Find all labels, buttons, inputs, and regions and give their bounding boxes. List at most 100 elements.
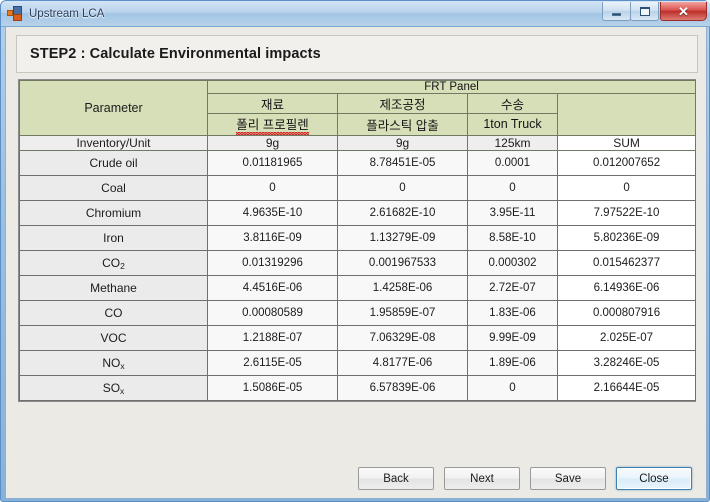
cell-value: 0.0001: [467, 150, 558, 176]
cell-value: 1.83E-06: [467, 300, 558, 326]
inventory-unit-row: Inventory/Unit 9g 9g 125km SUM: [19, 135, 697, 151]
header-row-group: Parameter FRT Panel: [19, 80, 697, 136]
header-parameter: Parameter: [19, 80, 208, 136]
table-body: Crude oil 0.01181965 8.78451E-05 0.0001 0.01…: [19, 150, 697, 401]
title-bar[interactable]: Upstream LCA ✕: [1, 1, 710, 27]
results-grid-container[interactable]: Parameter FRT Panel 재료 제조공정 수송 폴리 프로필렌 플…: [18, 79, 697, 402]
unit-sum: SUM: [556, 135, 697, 151]
cell-value: 0.01181965: [207, 150, 338, 176]
table-row[interactable]: SOx 1.5086E-05 6.57839E-06 0 2.16644E-05: [19, 375, 697, 401]
cell-value: 1.89E-06: [467, 350, 558, 376]
cell-value: 2.61682E-10: [337, 200, 468, 226]
cell-value: 3.8116E-09: [207, 225, 338, 251]
close-button[interactable]: ✕: [660, 2, 707, 21]
close-dialog-button[interactable]: Close: [616, 467, 692, 490]
cell-value: 4.9635E-10: [207, 200, 338, 226]
cell-value: 0.00080589: [207, 300, 338, 326]
header-detail-1ton-truck: 1ton Truck: [467, 113, 558, 136]
cell-value: 8.58E-10: [467, 225, 558, 251]
cell-value: 1.13279E-09: [337, 225, 468, 251]
cell-value: 2.6115E-05: [207, 350, 338, 376]
table-row[interactable]: NOx 2.6115E-05 4.8177E-06 1.89E-06 3.28246E-…: [19, 350, 697, 376]
header-detail-polypropylene: 폴리 프로필렌: [207, 113, 338, 136]
save-button[interactable]: Save: [530, 467, 606, 490]
cell-sum: 6.14936E-06: [556, 275, 697, 301]
cell-value: 0.001967533: [337, 250, 468, 276]
environmental-impacts-table: Parameter FRT Panel 재료 제조공정 수송 폴리 프로필렌 플…: [19, 80, 697, 401]
cell-value: 4.4516E-06: [207, 275, 338, 301]
header-sum-blank: [556, 93, 697, 136]
cell-sum: 5.80236E-09: [556, 225, 697, 251]
cell-value: 1.5086E-05: [207, 375, 338, 401]
page-title: STEP2 : Calculate Environmental impacts: [30, 46, 321, 62]
client-area: STEP2 : Calculate Environmental impacts …: [5, 27, 707, 499]
row-label: SOx: [19, 375, 208, 401]
cell-value: 2.72E-07: [467, 275, 558, 301]
cell-sum: 2.025E-07: [556, 325, 697, 351]
cell-value: 0: [467, 175, 558, 201]
unit-transport: 125km: [467, 135, 558, 151]
minimize-button[interactable]: [602, 2, 631, 21]
label-inventory-unit: Inventory/Unit: [19, 135, 208, 151]
footer-button-bar: Back Next Save Close: [6, 467, 706, 490]
row-label: VOC: [19, 325, 208, 351]
table-row[interactable]: VOC 1.2188E-07 7.06329E-08 9.99E-09 2.025E-0…: [19, 325, 697, 351]
cell-sum: 3.28246E-05: [556, 350, 697, 376]
cell-value: 8.78451E-05: [337, 150, 468, 176]
cell-value: 7.06329E-08: [337, 325, 468, 351]
row-label: Coal: [19, 175, 208, 201]
window-title: Upstream LCA: [29, 7, 105, 20]
table-row[interactable]: Chromium 4.9635E-10 2.61682E-10 3.95E-11 7.9…: [19, 200, 697, 226]
window-controls: ✕: [602, 2, 707, 21]
row-label: Crude oil: [19, 150, 208, 176]
table-row[interactable]: Crude oil 0.01181965 8.78451E-05 0.0001 0.01…: [19, 150, 697, 176]
application-window: Upstream LCA ✕ STEP2 : Calculate Environ…: [0, 0, 710, 502]
cell-value: 0: [207, 175, 338, 201]
cell-value: 9.99E-09: [467, 325, 558, 351]
table-row[interactable]: CO2 0.01319296 0.001967533 0.000302 0.015462…: [19, 250, 697, 276]
back-button[interactable]: Back: [358, 467, 434, 490]
header-detail-plastic-extrusion: 플라스틱 압출: [337, 113, 468, 136]
minimize-icon: [612, 12, 621, 16]
cell-value: 4.8177E-06: [337, 350, 468, 376]
cell-sum: 0.012007652: [556, 150, 697, 176]
cell-value: 1.95859E-07: [337, 300, 468, 326]
table-row[interactable]: Coal 0 0 0 0: [19, 175, 697, 201]
unit-material: 9g: [207, 135, 338, 151]
row-label: NOx: [19, 350, 208, 376]
cell-value: 6.57839E-06: [337, 375, 468, 401]
application-icon: [7, 5, 23, 22]
cell-value: 1.2188E-07: [207, 325, 338, 351]
header-process-manufacturing: 제조공정: [337, 93, 468, 114]
table-header: Parameter FRT Panel 재료 제조공정 수송 폴리 프로필렌 플…: [19, 80, 697, 151]
next-button[interactable]: Next: [444, 467, 520, 490]
cell-sum: 7.97522E-10: [556, 200, 697, 226]
cell-sum: 0: [556, 175, 697, 201]
maximize-button[interactable]: [630, 2, 659, 21]
cell-value: 0: [337, 175, 468, 201]
maximize-icon: [639, 6, 650, 16]
row-label: Methane: [19, 275, 208, 301]
cell-value: 3.95E-11: [467, 200, 558, 226]
row-label: Chromium: [19, 200, 208, 226]
cell-value: 0.000302: [467, 250, 558, 276]
cell-value: 0: [467, 375, 558, 401]
header-process-transport: 수송: [467, 93, 558, 114]
header-frt-panel: FRT Panel: [206, 80, 697, 94]
cell-value: 0.01319296: [207, 250, 338, 276]
table-row[interactable]: Iron 3.8116E-09 1.13279E-09 8.58E-10 5.80236…: [19, 225, 697, 251]
header-process-material: 재료: [207, 93, 338, 114]
cell-sum: 0.000807916: [556, 300, 697, 326]
row-label: CO2: [19, 250, 208, 276]
table-row[interactable]: CO 0.00080589 1.95859E-07 1.83E-06 0.0008079…: [19, 300, 697, 326]
cell-value: 1.4258E-06: [337, 275, 468, 301]
cell-sum: 2.16644E-05: [556, 375, 697, 401]
unit-manufacturing: 9g: [337, 135, 468, 151]
row-label: Iron: [19, 225, 208, 251]
row-label: CO: [19, 300, 208, 326]
misspelled-text: 폴리 프로필렌: [236, 115, 310, 135]
cell-sum: 0.015462377: [556, 250, 697, 276]
table-row[interactable]: Methane 4.4516E-06 1.4258E-06 2.72E-07 6.149…: [19, 275, 697, 301]
step-header-panel: STEP2 : Calculate Environmental impacts: [16, 35, 698, 73]
close-icon: ✕: [678, 3, 689, 19]
